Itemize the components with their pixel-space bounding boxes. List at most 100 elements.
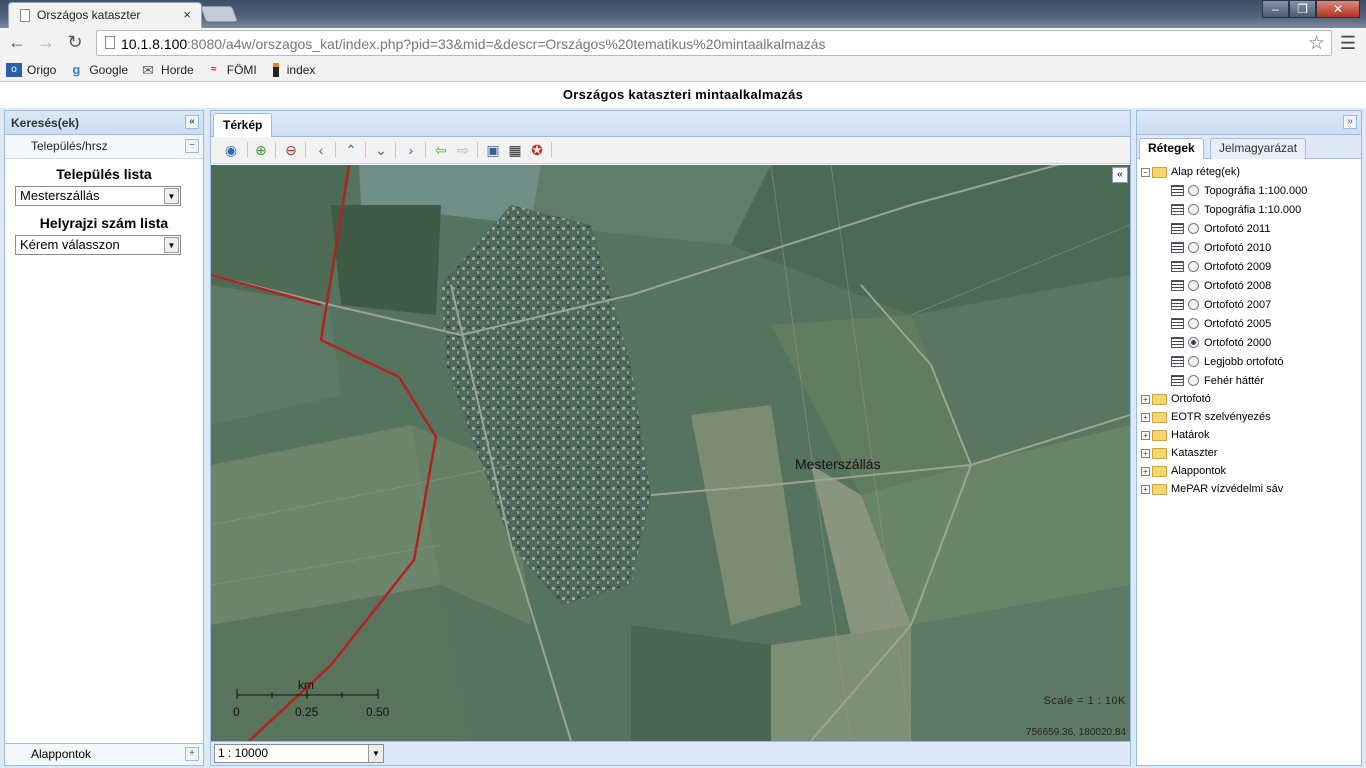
bookmark-star-icon[interactable]: ☆ [1308, 32, 1325, 55]
tree-folder-label: Alap réteg(ek) [1171, 166, 1241, 178]
layer-icon [1171, 299, 1184, 310]
collapse-node-icon[interactable]: − [1141, 167, 1150, 177]
minimize-button[interactable]: – [1262, 0, 1289, 18]
tree-folder[interactable]: + MePAR vízvédelmi sáv [1141, 480, 1361, 498]
map-toolbar: ◉ ⊕ ⊖ ‹ ⌃ ⌄ › ⇦ ⇨ ▣ ▦ ✪ [211, 137, 1130, 164]
pan-right-icon[interactable]: › [401, 141, 421, 159]
forward-arrow-icon[interactable]: → [35, 32, 57, 53]
collapse-right-icon[interactable]: » [1343, 115, 1357, 129]
tree-layer-item[interactable]: Topográfia 1:100.000 [1141, 181, 1361, 200]
expand-node-icon[interactable]: + [1141, 448, 1150, 458]
chevron-down-icon[interactable]: ▼ [368, 745, 383, 762]
print-icon[interactable]: ▣ [483, 141, 503, 159]
tree-folder[interactable]: + Határok [1141, 426, 1361, 444]
tree-layer-item[interactable]: Ortofotó 2009 [1141, 257, 1361, 276]
expand-node-icon[interactable]: + [1141, 394, 1150, 404]
expand-node-icon[interactable]: + [1141, 412, 1150, 422]
expand-node-icon[interactable]: + [1141, 430, 1150, 440]
layer-radio[interactable] [1188, 204, 1199, 215]
bookmarks-bar: o Origo g Google ✉ Horde ≈ FÖMI index [0, 58, 1366, 82]
bookmark-origo[interactable]: o Origo [6, 62, 56, 77]
layer-radio[interactable] [1188, 356, 1199, 367]
address-bar[interactable]: 10.1.8.100 :8080/a4w/orszagos_kat/index.… [96, 30, 1332, 56]
layer-radio[interactable] [1188, 299, 1199, 310]
collapse-left-icon[interactable]: « [185, 115, 199, 129]
url-path: :8080/a4w/orszagos_kat/index.php?pid=33&… [187, 36, 826, 52]
browser-tab-active[interactable]: Országos kataszter × [8, 2, 202, 28]
help-icon[interactable]: ✪ [527, 141, 547, 159]
scale-select[interactable]: 1 : 10000 ▼ [214, 744, 384, 763]
tree-layer-item[interactable]: Ortofotó 2007 [1141, 295, 1361, 314]
back-arrow-icon[interactable]: ← [6, 32, 28, 53]
parcel-list-title: Helyrajzi szám lista [39, 215, 169, 231]
collapse-overview-icon[interactable]: « [1112, 167, 1128, 183]
bookmark-horde[interactable]: ✉ Horde [140, 63, 194, 77]
layer-label: Ortofotó 2009 [1204, 260, 1272, 273]
folder-icon [1152, 447, 1167, 459]
previous-view-icon[interactable]: ⇦ [431, 141, 451, 159]
new-tab-button[interactable] [200, 6, 238, 22]
tree-layer-item[interactable]: Fehér háttér [1141, 371, 1361, 390]
tree-folder[interactable]: + Ortofotó [1141, 390, 1361, 408]
folder-icon [1152, 483, 1167, 495]
layer-label: Ortofotó 2000 [1204, 336, 1272, 349]
tree-layer-item[interactable]: Ortofotó 2005 [1141, 314, 1361, 333]
browser-menu-icon[interactable]: ☰ [1340, 33, 1356, 54]
tree-folder[interactable]: + Kataszter [1141, 444, 1361, 462]
pan-up-icon[interactable]: ⌃ [341, 141, 361, 159]
bookmark-index[interactable]: index [269, 62, 315, 77]
pan-left-icon[interactable]: ‹ [311, 141, 331, 159]
parcel-select[interactable]: Kérem válasszon ▼ [15, 235, 181, 255]
settlement-select[interactable]: Mesterszállás ▼ [15, 186, 181, 206]
layer-radio-selected[interactable] [1188, 337, 1199, 348]
zoom-out-icon[interactable]: ⊖ [281, 141, 301, 159]
next-view-icon[interactable]: ⇨ [453, 141, 473, 159]
layer-radio[interactable] [1188, 280, 1199, 291]
map-canvas[interactable]: km 0 0.25 0.50 Mesterszállás Scale = 1 :… [211, 165, 1130, 741]
layer-radio[interactable] [1188, 242, 1199, 253]
expand-node-icon[interactable]: + [1141, 466, 1150, 476]
maximize-button[interactable]: ❐ [1289, 0, 1316, 18]
pan-down-icon[interactable]: ⌄ [371, 141, 391, 159]
tree-folder[interactable]: + Alappontok [1141, 462, 1361, 480]
tree-layer-item[interactable]: Topográfia 1:10.000 [1141, 200, 1361, 219]
close-window-button[interactable]: ✕ [1316, 0, 1360, 18]
scalebar-tick: 0.25 [295, 705, 319, 719]
tree-folder-base-layers[interactable]: − Alap réteg(ek) [1141, 163, 1361, 181]
layer-radio[interactable] [1188, 185, 1199, 196]
layer-radio[interactable] [1188, 375, 1199, 386]
bookmark-google[interactable]: g Google [68, 62, 128, 77]
section-header-control-points[interactable]: Alappontok + [5, 743, 203, 765]
chevron-down-icon[interactable]: ▼ [164, 237, 179, 253]
tree-layer-item[interactable]: Ortofotó 2000 [1141, 333, 1361, 352]
tab-close-icon[interactable]: × [183, 7, 191, 22]
layer-radio[interactable] [1188, 261, 1199, 272]
section-header-settlement[interactable]: Település/hrsz − [5, 135, 203, 159]
grid-icon[interactable]: ▦ [505, 141, 525, 159]
expand-node-icon[interactable]: + [1141, 484, 1150, 494]
tree-layer-item[interactable]: Legjobb ortofotó [1141, 352, 1361, 371]
fomi-icon: ≈ [210, 63, 217, 75]
chevron-down-icon[interactable]: ▼ [164, 188, 179, 204]
tab-map[interactable]: Térkép [213, 113, 273, 137]
tree-layer-item[interactable]: Ortofotó 2010 [1141, 238, 1361, 257]
tree-folder-label: EOTR szelvényezés [1171, 411, 1271, 423]
layer-label: Ortofotó 2005 [1204, 317, 1272, 330]
zoom-in-icon[interactable]: ⊕ [251, 141, 271, 159]
tab-legend[interactable]: Jelmagyarázat [1210, 138, 1307, 159]
scalebar-unit: km [298, 678, 314, 692]
parcel-select-value: Kérem válasszon [20, 237, 120, 252]
collapse-section-icon[interactable]: − [185, 139, 199, 153]
app-viewport: Országos kataszteri mintaalkalmazás Kere… [0, 82, 1366, 768]
tab-layers[interactable]: Rétegek [1139, 138, 1204, 159]
bookmark-fomi[interactable]: ≈ FÖMI [206, 63, 257, 77]
full-extent-globe-icon[interactable]: ◉ [221, 141, 241, 159]
tree-folder[interactable]: + EOTR szelvényezés [1141, 408, 1361, 426]
tree-layer-item[interactable]: Ortofotó 2011 [1141, 219, 1361, 238]
expand-section-icon[interactable]: + [185, 747, 199, 761]
search-panel-header: Keresés(ek) « [5, 111, 203, 135]
reload-icon[interactable]: ↻ [64, 32, 86, 53]
layer-radio[interactable] [1188, 318, 1199, 329]
tree-layer-item[interactable]: Ortofotó 2008 [1141, 276, 1361, 295]
layer-radio[interactable] [1188, 223, 1199, 234]
